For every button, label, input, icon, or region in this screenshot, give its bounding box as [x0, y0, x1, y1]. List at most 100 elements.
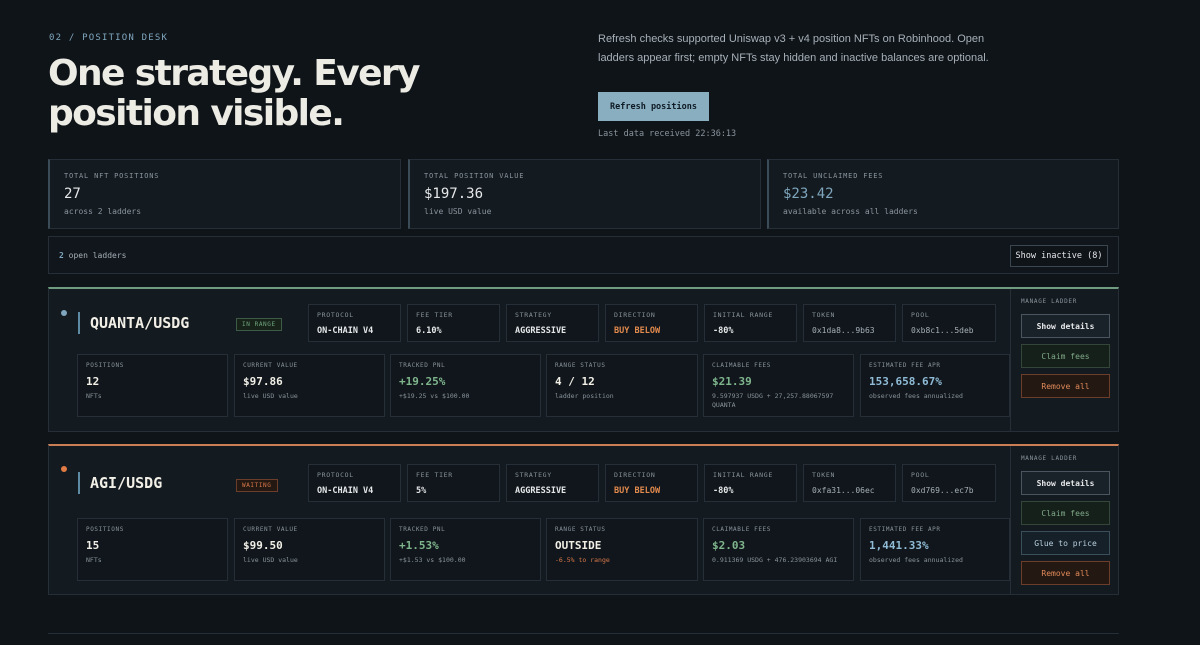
metric-positions: POSITIONS 12 NFTs	[77, 354, 228, 417]
chip-strategy: STRATEGY AGGRESSIVE	[506, 304, 599, 342]
token-address[interactable]: 0xfa31...06ec	[812, 486, 887, 495]
metric-current-value: CURRENT VALUE $97.86 live USD value	[234, 354, 385, 417]
chip-value: ON-CHAIN V4	[317, 326, 374, 336]
stat-value: $23.42	[783, 186, 834, 202]
metric-value: +1.53%	[399, 539, 439, 552]
chip-value: -80%	[713, 486, 734, 496]
chip-label: DIRECTION	[614, 311, 656, 319]
pair-name: AGI/USDG	[78, 472, 162, 494]
manage-ladder-panel: MANAGE LADDER Show details Claim fees Re…	[1010, 289, 1118, 431]
metric-label: CURRENT VALUE	[243, 526, 298, 533]
ladder-filter-bar: 2 open ladders Show inactive (8)	[48, 236, 1119, 274]
stat-total-unclaimed-fees: TOTAL UNCLAIMED FEES $23.42 available ac…	[767, 159, 1119, 229]
chip-label: PROTOCOL	[317, 311, 354, 319]
stat-value: 27	[64, 186, 81, 202]
chip-label: FEE TIER	[416, 311, 453, 319]
manage-ladder-label: MANAGE LADDER	[1021, 298, 1078, 305]
chip-label: STRATEGY	[515, 471, 552, 479]
open-ladders-count: 2 open ladders	[59, 251, 126, 260]
metric-value: 153,658.67%	[869, 375, 942, 388]
metric-claimable-fees: CLAIMABLE FEES $2.03 0.911369 USDG + 476…	[703, 518, 854, 581]
chip-pool[interactable]: POOL 0xb8c1...5deb	[902, 304, 996, 342]
pool-address[interactable]: 0xd769...ec7b	[911, 486, 987, 495]
metric-sub: live USD value	[243, 556, 298, 564]
metric-positions: POSITIONS 15 NFTs	[77, 518, 228, 581]
show-details-button[interactable]: Show details	[1021, 471, 1110, 495]
remove-all-button[interactable]: Remove all	[1021, 374, 1110, 398]
metric-tracked-pnl: TRACKED PNL +1.53% +$1.53 vs $100.00	[390, 518, 541, 581]
stat-sub: across 2 ladders	[64, 207, 142, 216]
chip-direction: DIRECTION BUY BELOW	[605, 304, 698, 342]
metric-sub: observed fees annualized	[869, 392, 963, 400]
metric-sub: 9.597937 USDG + 27,257.88067597 QUANTA	[712, 392, 834, 409]
metric-value: 1,441.33%	[869, 539, 929, 552]
metric-value: 4 / 12	[555, 375, 595, 388]
pool-address[interactable]: 0xb8c1...5deb	[911, 326, 987, 335]
chip-initial-range: INITIAL RANGE -80%	[704, 304, 797, 342]
metric-value: $99.50	[243, 539, 283, 552]
chip-token[interactable]: TOKEN 0xfa31...06ec	[803, 464, 896, 502]
chip-fee-tier: FEE TIER 5%	[407, 464, 500, 502]
chip-value: AGGRESSIVE	[515, 326, 567, 336]
chip-value: 6.10%	[416, 326, 442, 336]
chip-label: TOKEN	[812, 311, 836, 319]
claim-fees-button[interactable]: Claim fees	[1021, 501, 1110, 525]
show-inactive-button[interactable]: Show inactive (8)	[1010, 245, 1108, 267]
metric-label: ESTIMATED FEE APR	[869, 526, 941, 533]
metric-label: CLAIMABLE FEES	[712, 362, 771, 369]
metric-value: OUTSIDE	[555, 539, 602, 552]
open-count: 2	[59, 251, 64, 260]
chip-label: FEE TIER	[416, 471, 453, 479]
chip-initial-range: INITIAL RANGE -80%	[704, 464, 797, 502]
chip-fee-tier: FEE TIER 6.10%	[407, 304, 500, 342]
metric-range-status: RANGE STATUS OUTSIDE -6.5% to range	[546, 518, 698, 581]
metric-value: 15	[86, 539, 100, 552]
chip-pool[interactable]: POOL 0xd769...ec7b	[902, 464, 996, 502]
chip-direction: DIRECTION BUY BELOW	[605, 464, 698, 502]
manage-ladder-label: MANAGE LADDER	[1021, 455, 1078, 462]
chip-value: BUY BELOW	[614, 486, 661, 496]
refresh-positions-button[interactable]: Refresh positions	[598, 92, 709, 121]
stat-label: TOTAL UNCLAIMED FEES	[783, 172, 884, 180]
intro-text: Refresh checks supported Uniswap v3 + v4…	[598, 33, 989, 64]
metric-label: TRACKED PNL	[399, 362, 446, 369]
manage-ladder-panel: MANAGE LADDER Show details Claim fees Gl…	[1010, 446, 1118, 594]
ladder-card-quanta-usdg: QUANTA/USDG IN RANGE PROTOCOL ON-CHAIN V…	[48, 287, 1119, 432]
stat-label: TOTAL NFT POSITIONS	[64, 172, 160, 180]
chip-protocol: PROTOCOL ON-CHAIN V4	[308, 464, 401, 502]
metric-claimable-fees: CLAIMABLE FEES $21.39 9.597937 USDG + 27…	[703, 354, 854, 417]
chip-protocol: PROTOCOL ON-CHAIN V4	[308, 304, 401, 342]
claim-fees-button[interactable]: Claim fees	[1021, 344, 1110, 368]
metric-estimated-fee-apr: ESTIMATED FEE APR 1,441.33% observed fee…	[860, 518, 1010, 581]
chip-value: ON-CHAIN V4	[317, 486, 374, 496]
remove-all-button[interactable]: Remove all	[1021, 561, 1110, 585]
token-address[interactable]: 0x1da8...9b63	[812, 326, 887, 335]
chip-label: INITIAL RANGE	[713, 311, 773, 319]
metric-current-value: CURRENT VALUE $99.50 live USD value	[234, 518, 385, 581]
section-eyebrow: 02 / POSITION DESK	[49, 33, 169, 43]
chip-label: PROTOCOL	[317, 471, 354, 479]
page-title: One strategy. Every position visible.	[48, 53, 421, 134]
last-data-timestamp: Last data received 22:36:13	[598, 129, 737, 139]
metric-sub: NFTs	[86, 392, 102, 400]
metric-tracked-pnl: TRACKED PNL +19.25% +$19.25 vs $100.00	[390, 354, 541, 417]
chip-label: DIRECTION	[614, 471, 656, 479]
status-dot	[61, 310, 67, 316]
stat-total-position-value: TOTAL POSITION VALUE $197.36 live USD va…	[408, 159, 761, 229]
metric-label: POSITIONS	[86, 526, 124, 533]
ladder-card-agi-usdg: AGI/USDG WAITING PROTOCOL ON-CHAIN V4 FE…	[48, 444, 1119, 595]
status-badge: IN RANGE	[236, 318, 282, 331]
metric-sub: ladder position	[555, 392, 614, 400]
show-details-button[interactable]: Show details	[1021, 314, 1110, 338]
glue-to-price-button[interactable]: Glue to price	[1021, 531, 1110, 555]
metric-label: POSITIONS	[86, 362, 124, 369]
stat-total-nft-positions: TOTAL NFT POSITIONS 27 across 2 ladders	[48, 159, 401, 229]
metric-label: RANGE STATUS	[555, 362, 606, 369]
stat-sub: available across all ladders	[783, 207, 918, 216]
chip-token[interactable]: TOKEN 0x1da8...9b63	[803, 304, 896, 342]
status-badge: WAITING	[236, 479, 278, 492]
metric-sub: 0.911369 USDG + 476.23903694 AGI	[712, 556, 838, 564]
metric-label: ESTIMATED FEE APR	[869, 362, 941, 369]
chip-label: POOL	[911, 471, 930, 479]
metric-value: $21.39	[712, 375, 752, 388]
